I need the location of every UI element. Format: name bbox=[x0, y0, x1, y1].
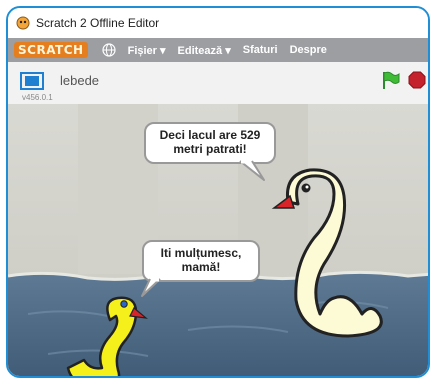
version-label: v456.0.1 bbox=[22, 93, 53, 102]
stage-header: lebede v456.0.1 bbox=[8, 62, 428, 105]
window-title: Scratch 2 Offline Editor bbox=[36, 16, 160, 30]
scratch-cat-icon bbox=[16, 16, 30, 30]
speech-bubble-tail bbox=[141, 278, 161, 297]
speech-bubble-big-swan: Deci lacul are 529 metri patrati! bbox=[144, 122, 276, 164]
presentation-mode-icon[interactable] bbox=[20, 72, 44, 90]
menu-edit[interactable]: Editează ▾ bbox=[178, 44, 231, 57]
speech-bubble-small-swan: Iti mulțumesc, mamă! bbox=[142, 240, 260, 282]
speech-line: Iti mulțumesc, bbox=[160, 246, 242, 260]
logo-text: SCRATC bbox=[18, 43, 74, 57]
stage[interactable]: Deci lacul are 529 metri patrati! Iti mu… bbox=[8, 104, 428, 378]
project-title[interactable]: lebede bbox=[60, 73, 99, 88]
speech-bubble-tail bbox=[239, 160, 265, 181]
globe-icon[interactable] bbox=[101, 43, 116, 57]
menu-tips[interactable]: Sfaturi bbox=[243, 44, 278, 56]
menu-file[interactable]: Fișier ▾ bbox=[128, 44, 166, 57]
small-swan-sprite[interactable] bbox=[66, 290, 156, 378]
menu-bar: SCRATCH Fișier ▾ Editează ▾ Sfaturi Desp… bbox=[8, 38, 428, 62]
logo-text-end: H bbox=[73, 43, 84, 57]
speech-line: metri patrati! bbox=[173, 142, 247, 156]
green-flag-icon[interactable] bbox=[380, 70, 400, 90]
scratch-logo[interactable]: SCRATCH bbox=[14, 42, 88, 58]
title-bar: Scratch 2 Offline Editor bbox=[8, 8, 428, 38]
speech-line: Deci lacul are 529 bbox=[159, 128, 261, 142]
app-window: Scratch 2 Offline Editor SCRATCH Fișier … bbox=[6, 6, 430, 378]
speech-line: mamă! bbox=[181, 260, 221, 274]
big-swan-sprite[interactable] bbox=[254, 168, 404, 358]
menu-about[interactable]: Despre bbox=[290, 44, 327, 56]
stop-icon[interactable] bbox=[408, 71, 426, 89]
